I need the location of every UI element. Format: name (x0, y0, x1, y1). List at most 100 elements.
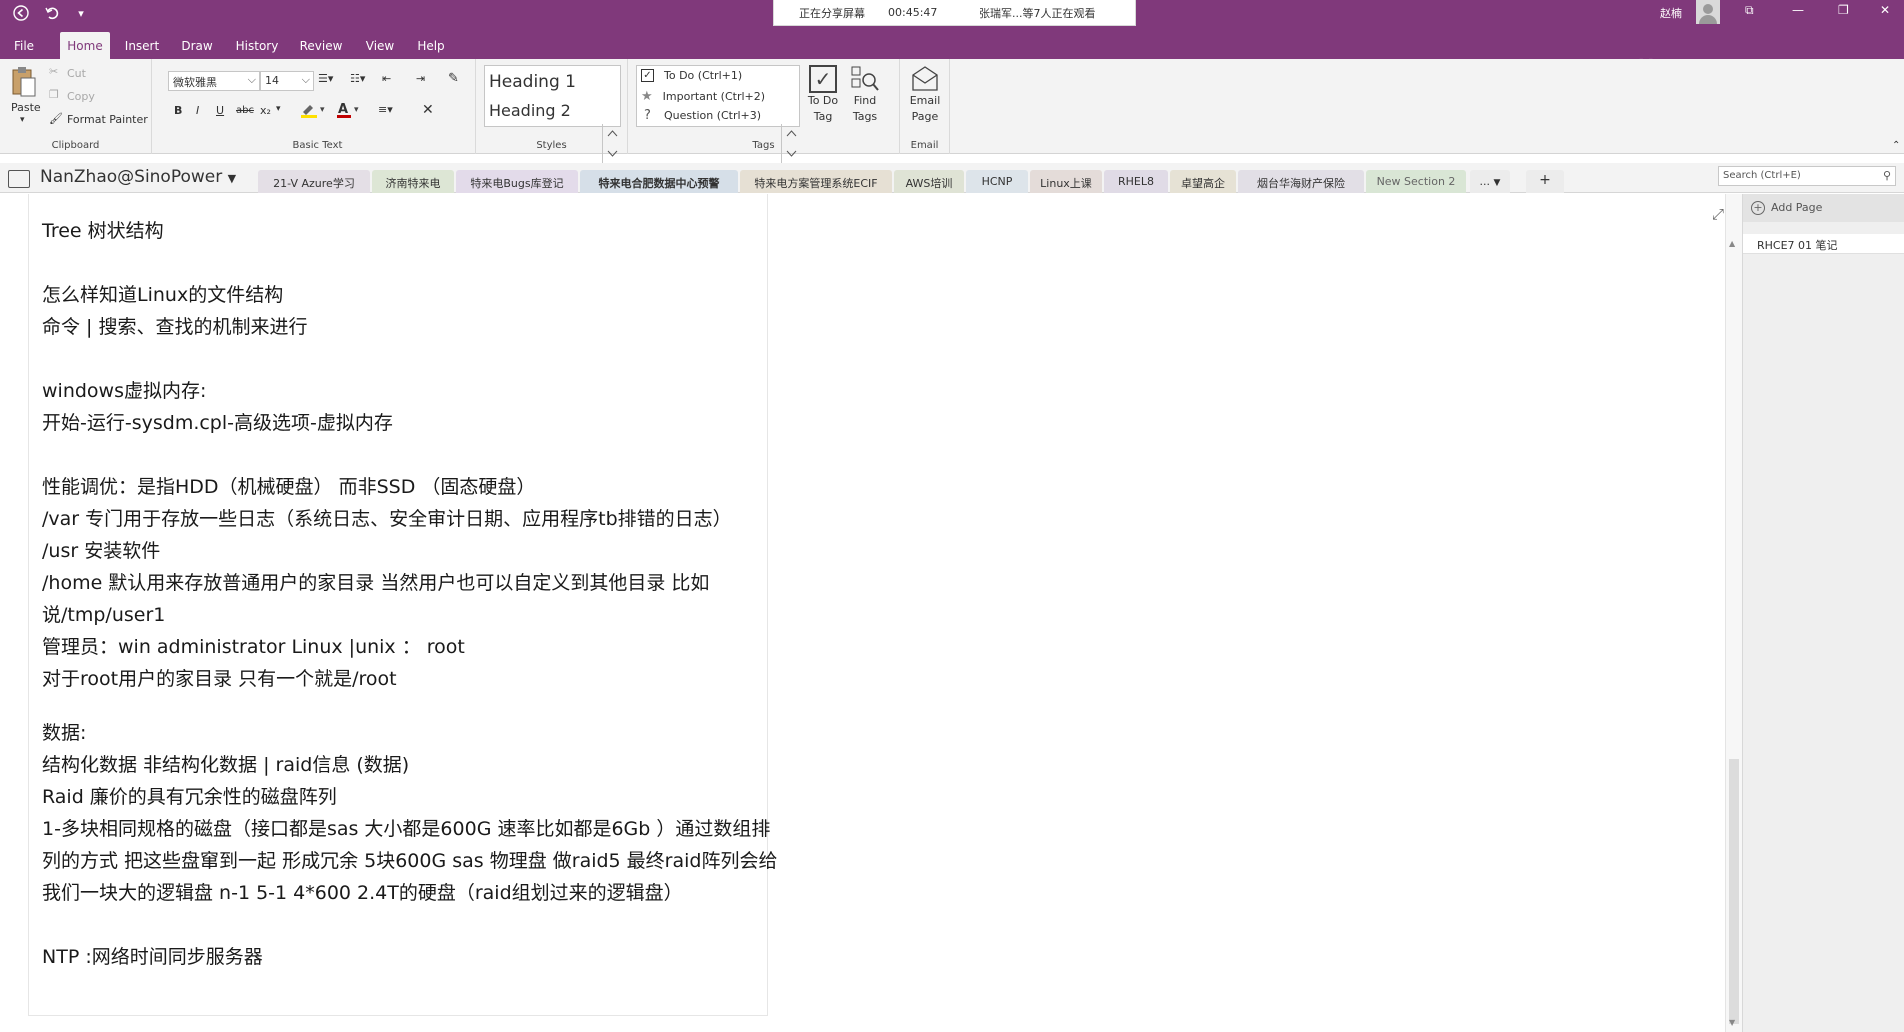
section-tab[interactable]: AWS培训 (894, 170, 964, 193)
question-tag-item[interactable]: ? Question (Ctrl+3) (641, 108, 761, 123)
find-tags-button[interactable]: Find Tags (846, 65, 884, 125)
minimize-icon[interactable]: — (1792, 3, 1804, 17)
section-tab[interactable]: 卓望高企 (1170, 170, 1236, 193)
quick-access-dropdown-icon[interactable]: ▾ (70, 2, 92, 24)
scrollbar-thumb[interactable] (1729, 759, 1739, 1024)
format-painter-button[interactable]: Format Painter (67, 113, 148, 126)
note-line[interactable]: /var 专门用于存放一些日志（系统日志、安全审计日期、应用程序tb排错的日志） (42, 504, 732, 531)
more-sections-button[interactable]: ... ▼ (1470, 170, 1510, 193)
note-line[interactable]: Raid 廉价的具有冗余性的磁盘阵列 (42, 782, 337, 809)
page-item[interactable]: RHCE7 01 笔记 (1743, 234, 1904, 254)
notebook-name[interactable]: NanZhao@SinoPower ▼ (40, 167, 236, 187)
paste-icon[interactable] (10, 65, 38, 99)
clear-formatting-icon[interactable]: ✎ (448, 71, 459, 86)
note-line[interactable]: windows虚拟内存: (42, 376, 206, 403)
tab-home[interactable]: Home (60, 32, 110, 59)
italic-button[interactable]: I (196, 104, 199, 117)
note-line[interactable]: NTP :网络时间同步服务器 (42, 942, 263, 969)
note-line[interactable]: 结构化数据 非结构化数据 | raid信息 (数据) (42, 750, 409, 777)
section-tab[interactable]: 济南特来电 (372, 170, 454, 193)
restore-icon[interactable]: ❐ (1838, 3, 1849, 17)
note-line[interactable]: 对于root用户的家目录 只有一个就是/root (42, 664, 397, 691)
avatar[interactable] (1696, 0, 1720, 24)
todo-tag-button-label: To Do (807, 94, 839, 107)
note-line[interactable]: 开始-运行-sysdm.cpl-高级选项-虚拟内存 (42, 408, 393, 435)
chevron-down-icon: ▼ (227, 172, 237, 185)
paste-dropdown-icon[interactable]: ▾ (20, 115, 25, 125)
tab-file[interactable]: File (8, 32, 40, 59)
share-viewers[interactable]: 张瑞军...等7人正在观看 (979, 5, 1096, 21)
section-tab[interactable]: Linux上课 (1030, 170, 1102, 193)
scroll-down-icon[interactable]: ▼ (1729, 1018, 1735, 1027)
search-input[interactable]: Search (Ctrl+E) ⚲ (1718, 166, 1896, 186)
todo-tag-label: To Do (Ctrl+1) (664, 69, 743, 82)
cut-button[interactable]: Cut (67, 67, 86, 80)
todo-tag-item[interactable]: ✓ To Do (Ctrl+1) (641, 69, 742, 82)
font-color-icon[interactable]: A ▾ (336, 102, 364, 121)
font-family-select[interactable]: 微软雅黑 ⌵ (168, 71, 260, 91)
note-line[interactable]: 数据: (42, 718, 86, 745)
tab-view[interactable]: View (360, 32, 400, 59)
heading-2-style[interactable]: Heading 2 (489, 101, 571, 120)
add-section-button[interactable]: + (1526, 170, 1564, 193)
strikethrough-button[interactable]: abc (236, 105, 254, 116)
section-tab-active[interactable]: New Section 2 (1366, 170, 1466, 193)
note-line[interactable]: 列的方式 把这些盘窜到一起 形成冗余 5块600G sas 物理盘 做raid5… (42, 846, 777, 873)
back-arrow-icon[interactable] (10, 2, 32, 24)
note-line[interactable]: 怎么样知道Linux的文件结构 (42, 280, 283, 307)
section-tab[interactable]: HCNP (966, 170, 1028, 193)
scroll-up-icon[interactable]: ▲ (1729, 239, 1735, 248)
delete-icon[interactable]: ✕ (422, 102, 434, 118)
note-line[interactable]: /home 默认用来存放普通用户的家目录 当然用户也可以自定义到其他目录 比如 (42, 568, 709, 595)
section-tab[interactable]: 特来电方案管理系统ECIF (740, 170, 892, 193)
section-tab[interactable]: 特来电合肥数据中心预警 (580, 170, 738, 193)
decrease-indent-icon[interactable]: ⇤ (382, 72, 391, 85)
heading-1-style[interactable]: Heading 1 (489, 72, 576, 92)
chevron-down-icon: ⌵ (247, 73, 256, 86)
collapse-ribbon-icon[interactable]: ⌃ (1892, 140, 1900, 151)
paste-label[interactable]: Paste (11, 101, 41, 114)
section-tab[interactable]: RHEL8 (1104, 170, 1168, 193)
add-page-button[interactable]: + Add Page (1743, 194, 1904, 222)
expand-icon[interactable]: ⤢ (1712, 205, 1724, 223)
close-icon[interactable]: ✕ (1880, 3, 1890, 17)
note-line[interactable]: 说/tmp/user1 (42, 600, 165, 627)
numbering-icon[interactable]: ☷▾ (350, 72, 365, 85)
chevron-down-icon[interactable]: ▾ (276, 104, 281, 114)
subscript-button[interactable]: x₂ (260, 104, 271, 117)
user-name[interactable]: 赵楠 (1660, 5, 1682, 21)
align-icon[interactable]: ≡▾ (378, 103, 393, 116)
important-tag-item[interactable]: ★ Important (Ctrl+2) (641, 89, 765, 104)
note-line[interactable]: /usr 安装软件 (42, 536, 160, 563)
note-line[interactable]: 命令 | 搜索、查找的机制来进行 (42, 312, 307, 339)
note-line[interactable]: 管理员：win administrator Linux |unix ： root (42, 632, 465, 659)
page-scrollbar[interactable]: ▲ ▼ (1725, 194, 1742, 1032)
notebook-icon[interactable] (8, 170, 30, 188)
tab-help[interactable]: Help (412, 32, 450, 59)
increase-indent-icon[interactable]: ⇥ (416, 72, 425, 85)
section-tab[interactable]: 21-V Azure学习 (258, 170, 370, 193)
bold-button[interactable]: B (174, 104, 182, 117)
section-tab[interactable]: 烟台华海财产保险 (1238, 170, 1364, 193)
email-page-button[interactable]: Email Page (906, 65, 944, 125)
tab-history[interactable]: History (232, 32, 282, 59)
chevron-down-icon: ▼ (1493, 178, 1501, 188)
ribbon-display-icon[interactable]: ⧉ (1745, 3, 1754, 18)
copy-button[interactable]: Copy (67, 90, 95, 103)
note-line[interactable]: 性能调优：是指HDD（机械硬盘） 而非SSD （固态硬盘） (42, 472, 535, 499)
highlight-icon[interactable]: ▾ (300, 102, 328, 121)
tab-review[interactable]: Review (296, 32, 346, 59)
underline-button[interactable]: U (216, 104, 224, 117)
tab-draw[interactable]: Draw (175, 32, 219, 59)
font-size-select[interactable]: 14 ⌵ (260, 71, 314, 91)
note-line[interactable]: 1-多块相同规格的磁盘（接口都是sas 大小都是600G 速率比如都是6Gb ）… (42, 814, 770, 841)
note-line[interactable]: Tree 树状结构 (42, 216, 164, 243)
section-tab[interactable]: 特来电Bugs库登记 (456, 170, 578, 193)
tab-insert[interactable]: Insert (120, 32, 164, 59)
search-icon[interactable]: ⚲ (1883, 169, 1891, 182)
todo-tag-button[interactable]: ✓ To Do Tag (805, 65, 841, 125)
note-line[interactable]: 我们一块大的逻辑盘 n-1 5-1 4*600 2.4T的硬盘（raid组划过来… (42, 878, 683, 905)
bullets-icon[interactable]: ☰▾ (318, 72, 333, 85)
styles-gallery: Heading 1 Heading 2 (484, 65, 621, 127)
undo-icon[interactable] (41, 2, 63, 24)
